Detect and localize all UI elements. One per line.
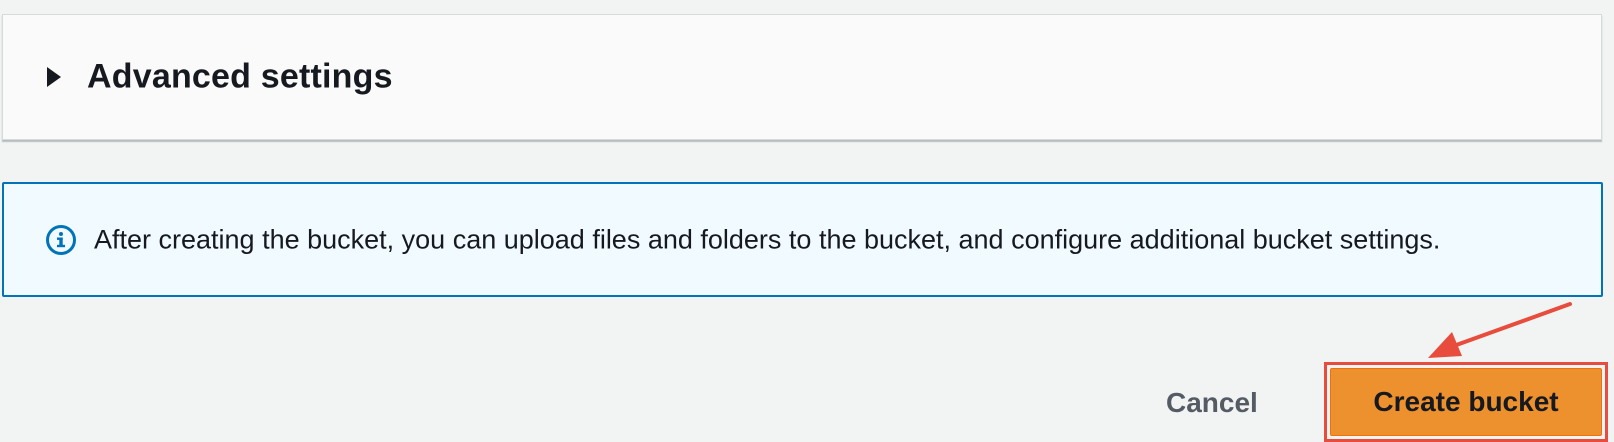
advanced-settings-expander[interactable]: Advanced settings <box>2 14 1602 140</box>
info-alert-message: After creating the bucket, you can uploa… <box>94 224 1441 254</box>
create-bucket-button[interactable]: Create bucket <box>1330 368 1602 436</box>
info-alert: After creating the bucket, you can uploa… <box>2 182 1603 297</box>
advanced-settings-title: Advanced settings <box>87 57 393 96</box>
info-icon <box>46 225 76 255</box>
caret-right-icon <box>47 67 61 87</box>
cancel-button[interactable]: Cancel <box>1160 380 1264 424</box>
